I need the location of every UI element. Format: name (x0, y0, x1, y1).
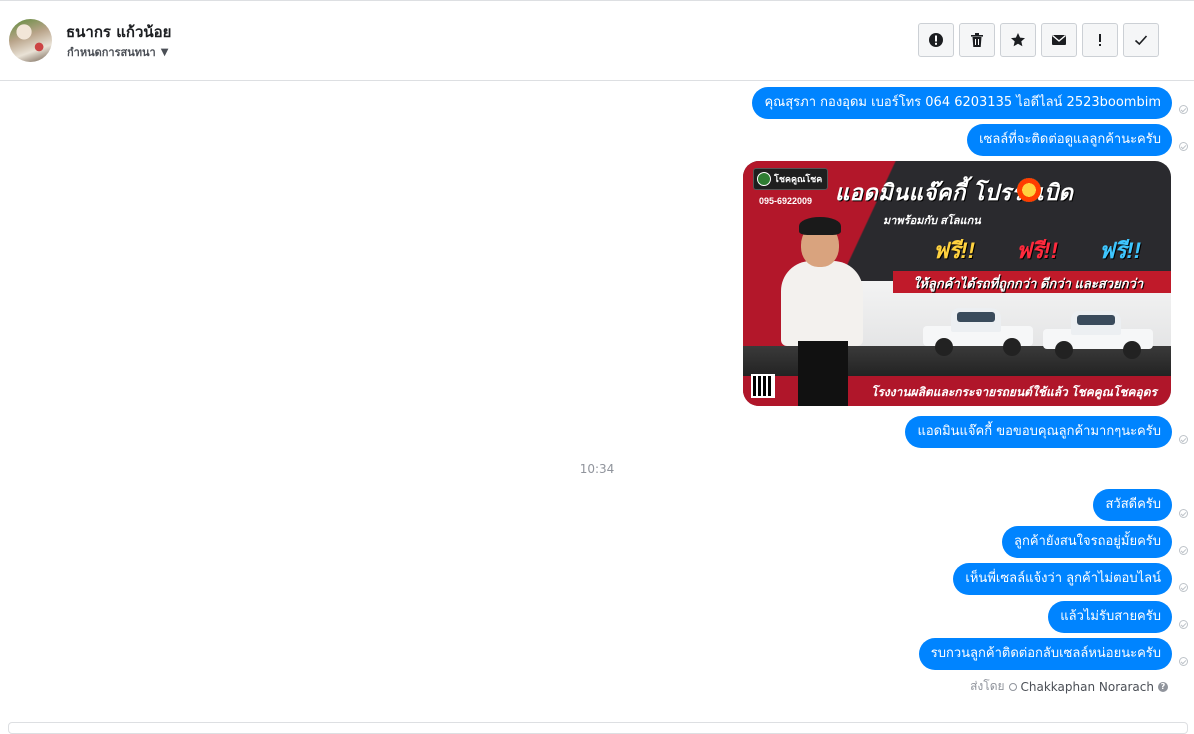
message-bubble[interactable]: รบกวนลูกค้าติดต่อกลับเซลล์หน่อยนะครับ (918, 638, 1172, 670)
promo-tagline: ให้ลูกค้าได้รถที่ถูกกว่า ดีกว่า และสวยกว… (913, 276, 1144, 291)
trash-icon (971, 33, 983, 47)
message-bubble[interactable]: ลูกค้ายังสนใจรถอยู่มั้ยครับ (1002, 526, 1172, 558)
seen-check-icon (1179, 105, 1188, 114)
person-figure (781, 261, 863, 346)
report-icon (929, 33, 943, 47)
burst-icon (1017, 178, 1041, 202)
message-bubble[interactable]: เห็นพี่เซลล์แจ้งว่า ลูกค้าไม่ตอบไลน์ (953, 563, 1172, 595)
promo-brand: โชคคูณโชค (774, 174, 823, 184)
promo-sub: มาพร้อมกับ สโลแกน (883, 215, 981, 227)
conversation-header: ธนากร แก้วน้อย กำหนดการสนทนา ▼ (0, 1, 1194, 81)
sender-name[interactable]: Chakkaphan Norarach (1021, 680, 1154, 694)
toolbar (918, 23, 1159, 57)
message-bubble[interactable]: สวัสดีครับ (1093, 489, 1172, 521)
person-hair (799, 217, 841, 235)
important-icon (1099, 34, 1101, 46)
pickup-truck (1043, 309, 1153, 359)
seen-check-icon (1179, 583, 1188, 592)
star-icon (1011, 33, 1025, 47)
check-icon (1134, 35, 1148, 46)
contact-name[interactable]: ธนากร แก้วน้อย (66, 20, 171, 44)
star-button[interactable] (1000, 23, 1036, 57)
help-icon[interactable]: ? (1158, 681, 1168, 692)
sent-by-prefix: ส่งโดย (970, 679, 1005, 693)
done-button[interactable] (1123, 23, 1159, 57)
promo-free: ฟรี!! (1016, 238, 1059, 263)
message-bubble[interactable]: เซลล์ที่จะติดต่อดูแลลูกค้านะครับ (967, 124, 1172, 156)
conversation-options[interactable]: กำหนดการสนทนา ▼ (67, 43, 168, 61)
promo-free: ฟรี!! (1099, 238, 1142, 263)
qr-code-icon (751, 374, 775, 398)
pickup-truck (923, 306, 1033, 356)
brand-logo-icon (757, 172, 771, 186)
promo-free: ฟรี!! (933, 238, 976, 263)
promo-phone: 095-6922009 (759, 196, 813, 206)
promo-image[interactable]: โชคคูณโชค 095-6922009 แอดมินแจ๊คกี้ โปรร… (743, 161, 1171, 406)
sent-by: ส่งโดย Chakkaphan Norarach ? (970, 677, 1168, 696)
caret-down-icon: ▼ (160, 46, 169, 58)
message-composer[interactable] (8, 722, 1188, 734)
avatar[interactable] (9, 19, 52, 62)
message-bubble[interactable]: แล้วไม่รับสายครับ (1048, 601, 1172, 633)
seen-check-icon (1179, 620, 1188, 629)
check-circle-icon (1008, 682, 1017, 691)
conversation-subtitle: กำหนดการสนทนา (67, 46, 156, 59)
envelope-icon (1052, 34, 1066, 45)
report-button[interactable] (918, 23, 954, 57)
important-button[interactable] (1082, 23, 1118, 57)
message-bubble[interactable]: แอดมินแจ๊คกี้ ขอขอบคุณลูกค้ามากๆนะครับ (905, 416, 1172, 448)
timestamp: 10:34 (579, 462, 615, 476)
mark-unread-button[interactable] (1041, 23, 1077, 57)
seen-check-icon (1179, 142, 1188, 151)
promo-footer: โรงงานผลิตและกระจายรถยนต์ใช้แล้ว โชคคูณโ… (871, 385, 1157, 399)
seen-check-icon (1179, 657, 1188, 666)
seen-check-icon (1179, 546, 1188, 555)
promo-logo: โชคคูณโชค (753, 168, 828, 190)
delete-button[interactable] (959, 23, 995, 57)
message-bubble[interactable]: คุณสุรภา กองอุดม เบอร์โทร 064 6203135 ไอ… (752, 87, 1172, 119)
seen-check-icon (1179, 435, 1188, 444)
person-legs (798, 341, 848, 406)
seen-check-icon (1179, 509, 1188, 518)
